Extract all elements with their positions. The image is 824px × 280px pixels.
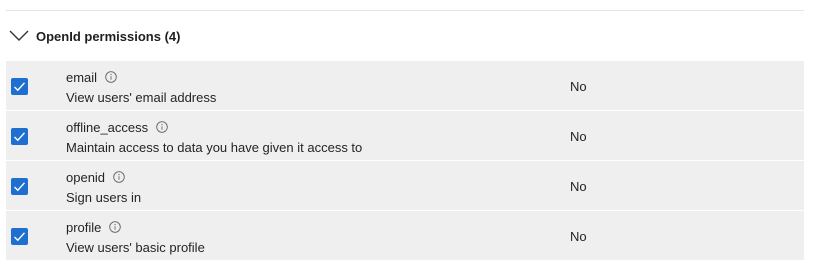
admin-consent-value: No [570,229,587,244]
permission-name: profile [66,219,102,235]
permission-name: email [66,69,98,85]
checkmark-icon [14,182,26,192]
group-title: OpenId permissions (4) [36,28,181,44]
permission-name: openid [66,169,106,185]
info-icon[interactable] [105,71,117,83]
permission-name: offline_access [66,119,149,135]
openid-permissions-group-toggle[interactable]: OpenId permissions (4) [8,24,180,48]
info-icon[interactable] [109,221,122,233]
permission-description: View users' basic profile [66,240,205,255]
section-divider [6,10,804,11]
admin-consent-value: No [570,79,587,94]
permission-row-profile: profile View users' basic profile No [6,211,804,260]
permission-list: email View users' email address No offli… [6,61,804,260]
checkmark-icon [14,232,26,242]
permission-description: Sign users in [66,190,142,205]
permission-row-openid: openid Sign users in No [6,161,804,211]
chevron-down-icon[interactable] [8,29,30,43]
info-icon[interactable] [156,121,168,133]
permission-description: Maintain access to data you have given i… [66,140,363,155]
checkmark-icon [14,82,26,92]
permission-row-offline-access: offline_access Maintain access to data y… [6,111,804,161]
permission-checkbox-openid[interactable] [11,178,28,195]
admin-consent-value: No [570,179,587,194]
permission-row-email: email View users' email address No [6,61,804,111]
permission-checkbox-email[interactable] [11,78,28,95]
permission-description: View users' email address [66,90,217,105]
permission-checkbox-profile[interactable] [11,228,28,245]
checkmark-icon [14,132,26,142]
permission-checkbox-offline-access[interactable] [11,128,28,145]
admin-consent-value: No [570,129,587,144]
info-icon[interactable] [113,171,125,183]
